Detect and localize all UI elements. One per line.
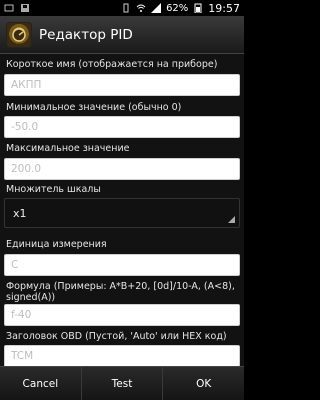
cancel-button[interactable]: Cancel [0,367,81,400]
formula-label: Формула (Примеры: A*B+20, [0d]/10-A, (A<… [6,281,235,303]
status-bar: 62% 19:57 [0,0,244,16]
max-value-input[interactable]: 200.0 [4,158,240,180]
signal-icon [151,3,162,13]
obd-header-label: Заголовок OBD (Пустой, 'Auto' или HEX ко… [6,331,227,342]
clock: 19:57 [208,1,240,15]
battery-percent: 62% [166,2,189,14]
ok-button[interactable]: OK [162,367,244,400]
pid-editor-form: Короткое имя (отображается на приборе) А… [0,54,244,366]
battery-icon [194,3,202,13]
save-icon [21,4,29,12]
obd-header-input[interactable]: TCM [4,345,240,366]
scale-multiplier-value: x1 [13,206,27,220]
short-name-label: Короткое имя (отображается на приборе) [6,59,218,70]
max-value-label: Максимальное значение [6,143,130,154]
min-value-input[interactable]: -50.0 [4,116,240,138]
gauge-icon [12,27,26,42]
dialog-button-bar: Cancel Test OK [0,366,244,400]
app-logo-icon [6,21,32,48]
short-name-input[interactable]: АКПП [4,74,240,96]
scale-multiplier-label: Множитель шкалы [6,184,101,195]
notification-icon [4,4,14,12]
dropdown-corner-icon [228,216,235,223]
vibrate-icon [123,3,129,13]
formula-input[interactable]: f-40 [4,304,240,326]
unit-label: Единица измерения [6,239,107,250]
page-title: Редактор PID [39,26,133,43]
min-value-label: Минимальное значение (обычно 0) [6,102,182,113]
wifi-icon [136,4,146,12]
unit-input[interactable]: C [4,254,240,276]
title-bar: Редактор PID [0,16,244,54]
scale-multiplier-dropdown[interactable]: x1 [4,198,240,228]
test-button[interactable]: Test [80,367,163,400]
